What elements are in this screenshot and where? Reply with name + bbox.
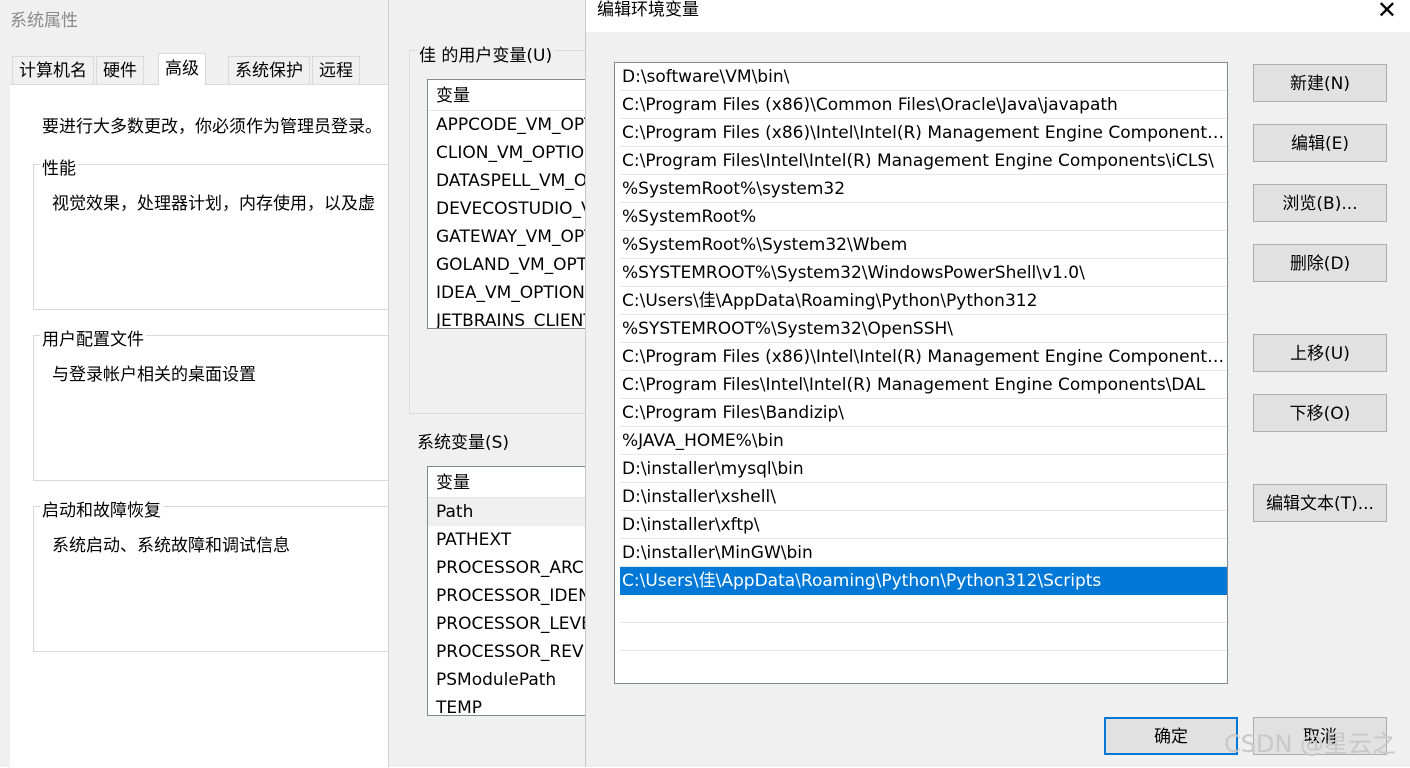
list-item[interactable]: PROCESSOR_IDENTIFIER — [428, 582, 589, 610]
path-list-item[interactable]: D:\installer\xftp\ — [620, 511, 1227, 539]
close-icon[interactable]: ✕ — [1377, 0, 1397, 23]
group-title: 用户配置文件 — [40, 325, 146, 350]
path-list-item[interactable]: %SYSTEMROOT%\System32\WindowsPowerShell\… — [620, 259, 1227, 287]
path-list-empty-row[interactable] — [620, 595, 1227, 623]
system-vars-label: 系统变量(S) — [417, 433, 510, 453]
csdn-watermark: CSDN @星云之 — [1224, 730, 1397, 758]
tab-computer-name[interactable]: 计算机名 — [12, 56, 94, 84]
list-item[interactable]: JETBRAINS_CLIENT_VM_OPTIONS — [428, 307, 589, 328]
column-header-variable[interactable]: 变量 — [428, 80, 589, 111]
performance-group: 性能 视觉效果，处理器计划，内存使用，以及虚 — [33, 154, 415, 310]
startup-recovery-group: 启动和故障恢复 系统启动、系统故障和调试信息 — [33, 496, 415, 652]
list-item[interactable]: GOLAND_VM_OPTIONS — [428, 251, 589, 279]
path-list-item[interactable]: D:\installer\mysql\bin — [620, 455, 1227, 483]
column-header-variable[interactable]: 变量 — [428, 467, 589, 498]
list-item[interactable]: PROCESSOR_ARCHITECTURE — [428, 554, 589, 582]
tab-advanced[interactable]: 高级 — [158, 53, 206, 85]
path-list-item[interactable]: %JAVA_HOME%\bin — [620, 427, 1227, 455]
edit-environment-variable-dialog: 编辑环境变量 ✕ D:\software\VM\bin\ C:\Program … — [585, 0, 1410, 767]
group-description: 视觉效果，处理器计划，内存使用，以及虚 — [52, 194, 375, 214]
user-profiles-group: 用户配置文件 与登录帐户相关的桌面设置 — [33, 325, 415, 481]
new-button[interactable]: 新建(N) — [1253, 64, 1387, 102]
ok-button[interactable]: 确定 — [1104, 717, 1238, 755]
user-vars-list[interactable]: 变量 APPCODE_VM_OPTIONS CLION_VM_OPTIONS D… — [427, 79, 589, 329]
list-item[interactable]: DATASPELL_VM_OPTIONS — [428, 167, 589, 195]
path-list-item[interactable]: C:\Program Files (x86)\Intel\Intel(R) Ma… — [620, 119, 1227, 147]
environment-variables-window: 佳 的用户变量(U) 变量 APPCODE_VM_OPTIONS CLION_V… — [388, 0, 589, 767]
path-list-item[interactable]: %SystemRoot%\system32 — [620, 175, 1227, 203]
dialog-titlebar: 编辑环境变量 ✕ — [586, 0, 1410, 32]
group-description: 与登录帐户相关的桌面设置 — [52, 365, 256, 385]
system-properties-window: 系统属性 计算机名 硬件 高级 系统保护 远程 要进行大多数更改，你必须作为管理… — [0, 0, 415, 768]
group-description: 系统启动、系统故障和调试信息 — [52, 536, 290, 556]
list-item[interactable]: APPCODE_VM_OPTIONS — [428, 111, 589, 139]
path-list-item[interactable]: C:\Program Files (x86)\Common Files\Orac… — [620, 91, 1227, 119]
list-item[interactable]: PATHEXT — [428, 526, 589, 554]
move-down-button[interactable]: 下移(O) — [1253, 394, 1387, 432]
path-list-item[interactable]: C:\Program Files\Intel\Intel(R) Manageme… — [620, 371, 1227, 399]
path-list-item[interactable]: %SYSTEMROOT%\System32\OpenSSH\ — [620, 315, 1227, 343]
path-list-item[interactable]: %SystemRoot% — [620, 203, 1227, 231]
browse-button[interactable]: 浏览(B)... — [1253, 184, 1387, 222]
admin-note: 要进行大多数更改，你必须作为管理员登录。 — [42, 117, 382, 137]
path-list-item[interactable]: D:\software\VM\bin\ — [620, 63, 1227, 91]
path-list-item[interactable]: C:\Program Files (x86)\Intel\Intel(R) Ma… — [620, 343, 1227, 371]
path-list-item[interactable]: D:\installer\MinGW\bin — [620, 539, 1227, 567]
move-up-button[interactable]: 上移(U) — [1253, 334, 1387, 372]
edit-button[interactable]: 编辑(E) — [1253, 124, 1387, 162]
tab-remote[interactable]: 远程 — [312, 56, 360, 84]
list-item[interactable]: DEVECOSTUDIO_VM_OPTIONS — [428, 195, 589, 223]
window-title: 系统属性 — [10, 11, 78, 31]
list-item[interactable]: CLION_VM_OPTIONS — [428, 139, 589, 167]
user-vars-label: 佳 的用户变量(U) — [417, 41, 555, 66]
group-title: 性能 — [40, 154, 78, 179]
list-item[interactable]: IDEA_VM_OPTIONS — [428, 279, 589, 307]
path-list-empty-row[interactable] — [620, 623, 1227, 651]
path-list[interactable]: D:\software\VM\bin\ C:\Program Files (x8… — [614, 62, 1228, 684]
list-item-selected[interactable]: Path — [428, 498, 589, 526]
path-list-item[interactable]: C:\Program Files\Bandizip\ — [620, 399, 1227, 427]
system-vars-list[interactable]: 变量 Path PATHEXT PROCESSOR_ARCHITECTURE P… — [427, 466, 589, 716]
path-list-item[interactable]: C:\Users\佳\AppData\Roaming\Python\Python… — [620, 287, 1227, 315]
dialog-title: 编辑环境变量 — [597, 0, 699, 20]
tab-system-protection[interactable]: 系统保护 — [228, 56, 310, 84]
delete-button[interactable]: 删除(D) — [1253, 244, 1387, 282]
path-list-item[interactable]: C:\Program Files\Intel\Intel(R) Manageme… — [620, 147, 1227, 175]
list-item[interactable]: GATEWAY_VM_OPTIONS — [428, 223, 589, 251]
path-list-item[interactable]: D:\installer\xshell\ — [620, 483, 1227, 511]
group-title: 启动和故障恢复 — [40, 496, 163, 521]
path-list-item-selected[interactable]: C:\Users\佳\AppData\Roaming\Python\Python… — [620, 567, 1227, 595]
list-item[interactable]: PROCESSOR_REVISION — [428, 638, 589, 666]
path-list-item[interactable]: %SystemRoot%\System32\Wbem — [620, 231, 1227, 259]
list-item[interactable]: PROCESSOR_LEVEL — [428, 610, 589, 638]
tab-hardware[interactable]: 硬件 — [96, 56, 144, 84]
list-item[interactable]: TEMP — [428, 694, 589, 715]
list-item[interactable]: PSModulePath — [428, 666, 589, 694]
edit-text-button[interactable]: 编辑文本(T)... — [1253, 484, 1387, 522]
